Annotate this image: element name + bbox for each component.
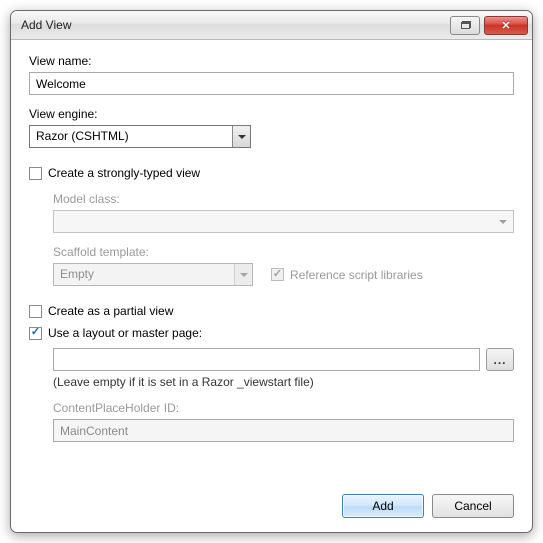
partial-view-label: Create as a partial view: [48, 304, 173, 318]
add-button[interactable]: Add: [342, 494, 424, 518]
use-layout-label: Use a layout or master page:: [48, 326, 202, 340]
close-button[interactable]: ✕: [484, 16, 528, 35]
reference-scripts-row: Reference script libraries: [271, 268, 423, 282]
titlebar: Add View ✕: [11, 11, 532, 40]
placeholder-id-label: ContentPlaceHolder ID:: [53, 401, 514, 415]
strongly-typed-label: Create a strongly-typed view: [48, 166, 200, 180]
model-class-combo: [53, 210, 514, 233]
strongly-typed-row[interactable]: Create a strongly-typed view: [29, 166, 514, 180]
dialog-body: View name: View engine: Razor (CSHTML) C…: [11, 40, 532, 532]
view-engine-dropdown-button[interactable]: [232, 126, 250, 147]
cancel-button[interactable]: Cancel: [432, 494, 514, 518]
view-engine-label: View engine:: [29, 107, 514, 121]
layout-hint: (Leave empty if it is set in a Razor _vi…: [53, 375, 514, 389]
maximize-button[interactable]: [450, 16, 480, 35]
use-layout-row[interactable]: Use a layout or master page:: [29, 326, 514, 340]
strongly-typed-section: Model class: Scaffold template: Empty Re…: [53, 192, 514, 286]
browse-button[interactable]: ...: [486, 348, 514, 371]
model-class-label: Model class:: [53, 192, 514, 206]
scaffold-template-combo: Empty: [53, 263, 253, 286]
add-view-dialog: Add View ✕ View name: View engine: Razor…: [10, 10, 533, 533]
layout-section: ... (Leave empty if it is set in a Razor…: [53, 348, 514, 442]
view-engine-value: Razor (CSHTML): [30, 126, 232, 147]
scaffold-dropdown-button: [234, 264, 252, 285]
chevron-down-icon: [499, 220, 507, 224]
scaffold-template-label: Scaffold template:: [53, 245, 514, 259]
button-bar: Add Cancel: [29, 482, 514, 518]
strongly-typed-checkbox[interactable]: [29, 167, 42, 180]
ellipsis-icon: ...: [493, 353, 506, 367]
partial-view-row[interactable]: Create as a partial view: [29, 304, 514, 318]
view-name-label: View name:: [29, 54, 514, 68]
window-controls: ✕: [450, 16, 528, 35]
partial-view-checkbox[interactable]: [29, 305, 42, 318]
use-layout-checkbox[interactable]: [29, 327, 42, 340]
reference-scripts-checkbox: [271, 268, 284, 281]
reference-scripts-label: Reference script libraries: [290, 268, 423, 282]
cancel-button-label: Cancel: [454, 499, 491, 513]
window-title: Add View: [21, 18, 450, 32]
view-engine-combo[interactable]: Razor (CSHTML): [29, 125, 251, 148]
placeholder-id-input: [53, 419, 514, 442]
close-icon: ✕: [501, 19, 510, 32]
maximize-icon: [461, 22, 470, 29]
chevron-down-icon: [238, 135, 246, 139]
view-name-input[interactable]: [29, 72, 514, 95]
add-button-label: Add: [372, 499, 393, 513]
chevron-down-icon: [240, 273, 248, 277]
layout-path-input[interactable]: [53, 348, 480, 371]
scaffold-template-value: Empty: [54, 264, 234, 285]
